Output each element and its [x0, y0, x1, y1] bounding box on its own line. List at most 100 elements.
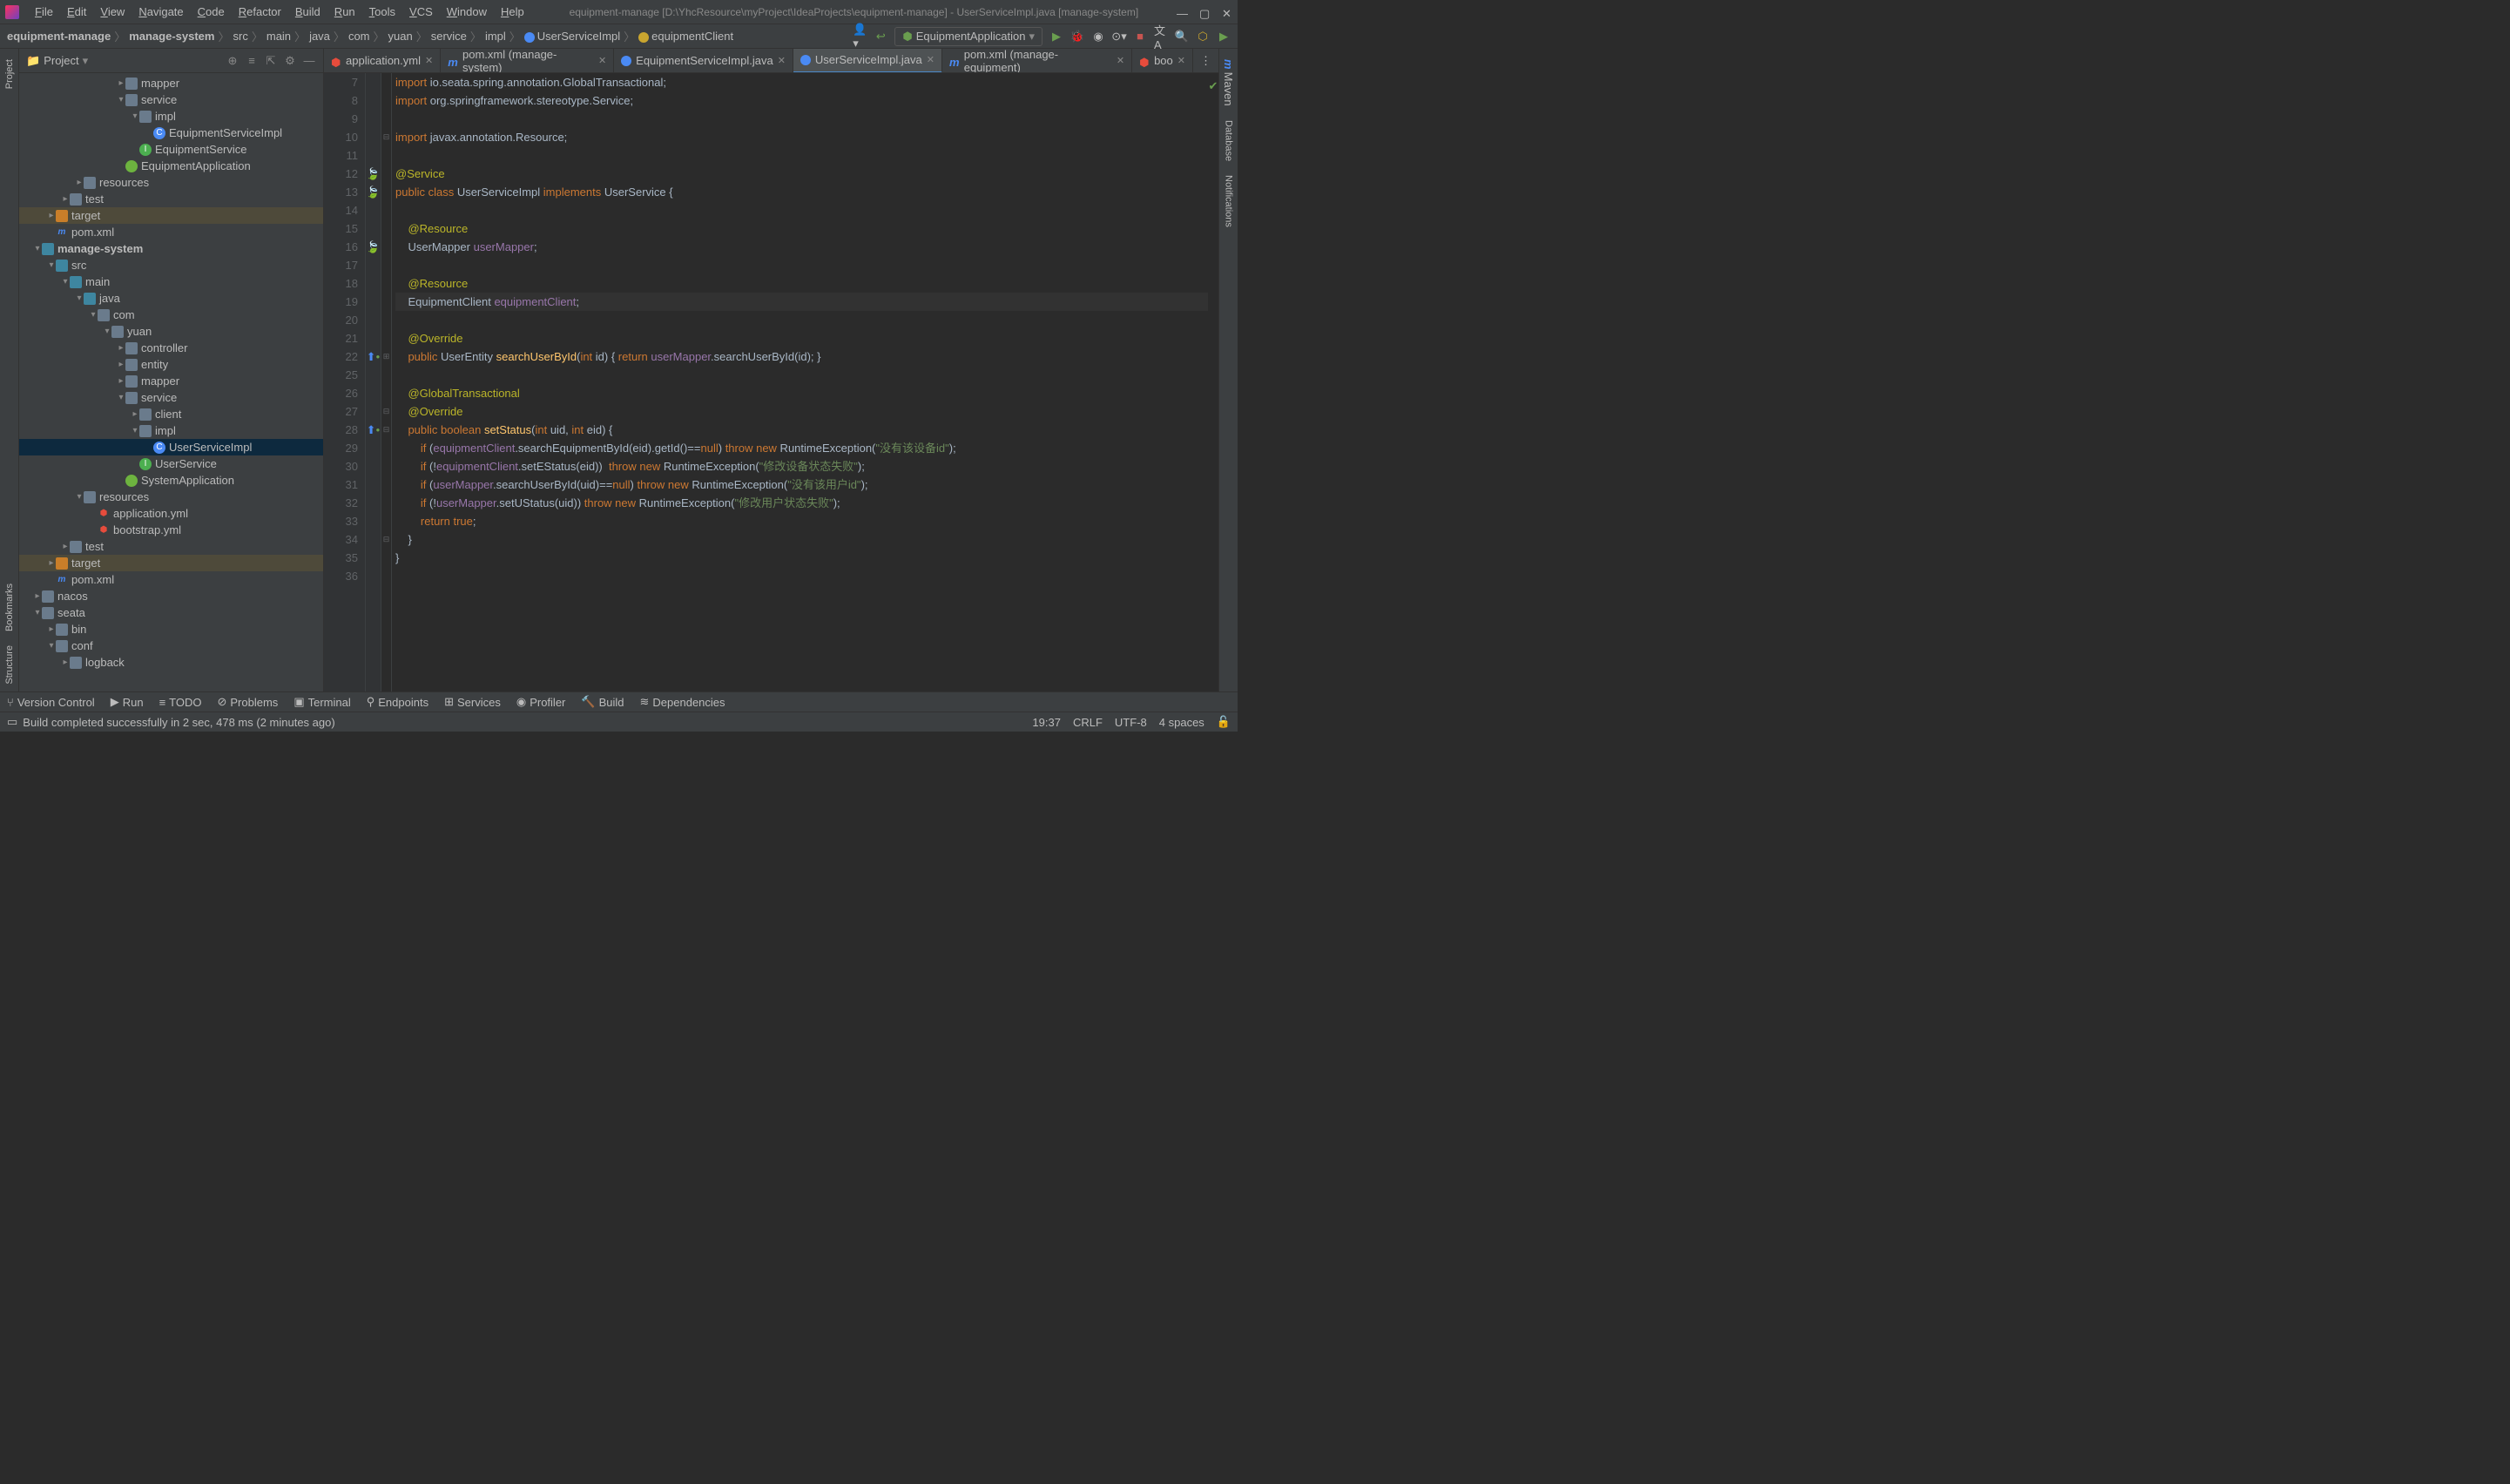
run-icon[interactable]: ▶: [1049, 30, 1063, 44]
gutter-icon[interactable]: [366, 366, 381, 384]
tree-arrow-icon[interactable]: [47, 558, 56, 568]
bottom-tab-services[interactable]: ⊞Services: [444, 695, 501, 709]
gutter-icon[interactable]: [366, 512, 381, 530]
tree-item-userservice[interactable]: IUserService: [19, 455, 323, 472]
tree-item-test[interactable]: test: [19, 538, 323, 555]
tree-arrow-icon[interactable]: [131, 409, 139, 419]
menu-refactor[interactable]: Refactor: [232, 5, 288, 18]
fold-marker[interactable]: ⊟: [381, 402, 391, 421]
code-line[interactable]: EquipmentClient equipmentClient;: [395, 293, 1208, 311]
project-tree[interactable]: mapperserviceimplCEquipmentServiceImplIE…: [19, 73, 323, 691]
fold-marker[interactable]: [381, 91, 391, 110]
fold-column[interactable]: ⊟⊞⊟⊟⊟: [381, 73, 392, 691]
editor-tab[interactable]: UserServiceImpl.java✕: [793, 49, 942, 73]
bottom-tab-run[interactable]: ▶Run: [111, 695, 144, 709]
code-line[interactable]: import javax.annotation.Resource;: [395, 128, 1208, 146]
bottom-tab-endpoints[interactable]: ⚲Endpoints: [367, 695, 428, 709]
tree-item-test[interactable]: test: [19, 191, 323, 207]
profile-icon[interactable]: ⊙▾: [1112, 30, 1126, 44]
gutter-icon[interactable]: [366, 201, 381, 219]
gutter-icon[interactable]: [366, 439, 381, 457]
expand-all-icon[interactable]: ≡: [245, 54, 259, 68]
editor-tab[interactable]: mpom.xml (manage-equipment)✕: [942, 49, 1132, 73]
gutter-icon[interactable]: [366, 91, 381, 110]
code-line[interactable]: [395, 201, 1208, 219]
tree-arrow-icon[interactable]: [33, 591, 42, 601]
tree-arrow-icon[interactable]: [47, 211, 56, 220]
run-anything-icon[interactable]: ▶: [1217, 30, 1231, 44]
tree-item-userserviceimpl[interactable]: CUserServiceImpl: [19, 439, 323, 455]
tree-item-systemapplication[interactable]: SystemApplication: [19, 472, 323, 489]
code-line[interactable]: [395, 366, 1208, 384]
tree-arrow-icon[interactable]: [131, 111, 139, 121]
gutter-icon[interactable]: [366, 384, 381, 402]
debug-icon[interactable]: 🐞: [1070, 30, 1084, 44]
gutter-icon[interactable]: [366, 128, 381, 146]
tree-arrow-icon[interactable]: [75, 492, 84, 502]
tree-item-manage-system[interactable]: manage-system: [19, 240, 323, 257]
settings-icon[interactable]: ⚙: [283, 54, 297, 68]
fold-marker[interactable]: [381, 238, 391, 256]
tree-arrow-icon[interactable]: [103, 327, 111, 336]
code-line[interactable]: [395, 256, 1208, 274]
breadcrumb-item[interactable]: equipmentClient: [638, 30, 733, 43]
tool-tab-notifications[interactable]: Notifications: [1222, 168, 1236, 234]
gutter-icon[interactable]: 🍃: [366, 183, 381, 201]
editor-tab[interactable]: mpom.xml (manage-system)✕: [441, 49, 614, 73]
tree-arrow-icon[interactable]: [61, 194, 70, 204]
tree-arrow-icon[interactable]: [33, 244, 42, 253]
tree-item-bin[interactable]: bin: [19, 621, 323, 637]
tab-close-icon[interactable]: ✕: [598, 55, 606, 66]
stop-icon[interactable]: ■: [1133, 30, 1147, 44]
fold-marker[interactable]: [381, 476, 391, 494]
gutter-icon[interactable]: [366, 494, 381, 512]
fold-marker[interactable]: [381, 183, 391, 201]
breadcrumb-item[interactable]: com: [348, 30, 370, 43]
bottom-tab-todo[interactable]: ≡TODO: [159, 696, 202, 709]
select-opened-icon[interactable]: ⊕: [226, 54, 240, 68]
editor-tab[interactable]: ⬢boo✕: [1132, 49, 1193, 73]
gutter-icon[interactable]: [366, 293, 381, 311]
code-line[interactable]: import org.springframework.stereotype.Se…: [395, 91, 1208, 110]
tree-item-mapper[interactable]: mapper: [19, 75, 323, 91]
tree-item-equipmentserviceimpl[interactable]: CEquipmentServiceImpl: [19, 125, 323, 141]
gutter-icon[interactable]: 🍃: [366, 165, 381, 183]
tab-close-icon[interactable]: ✕: [1117, 55, 1124, 66]
breadcrumb-item[interactable]: UserServiceImpl: [524, 30, 620, 43]
menu-vcs[interactable]: VCS: [402, 5, 440, 18]
code-line[interactable]: if (equipmentClient.searchEquipmentById(…: [395, 439, 1208, 457]
hide-icon[interactable]: —: [302, 54, 316, 68]
breadcrumb-item[interactable]: src: [233, 30, 248, 43]
code-line[interactable]: import io.seata.spring.annotation.Global…: [395, 73, 1208, 91]
tree-arrow-icon[interactable]: [61, 542, 70, 551]
tab-close-icon[interactable]: ✕: [425, 55, 433, 66]
code-line[interactable]: [395, 311, 1208, 329]
gutter-icon[interactable]: ⬆●: [366, 421, 381, 439]
tree-arrow-icon[interactable]: [117, 343, 125, 353]
tree-item-impl[interactable]: impl: [19, 422, 323, 439]
gutter-icon[interactable]: [366, 274, 381, 293]
tree-item-resources[interactable]: resources: [19, 174, 323, 191]
tree-item-impl[interactable]: impl: [19, 108, 323, 125]
fold-marker[interactable]: [381, 274, 391, 293]
tree-arrow-icon[interactable]: [75, 293, 84, 303]
code-line[interactable]: @Resource: [395, 219, 1208, 238]
code-line[interactable]: public boolean setStatus(int uid, int ei…: [395, 421, 1208, 439]
tree-item-target[interactable]: target: [19, 555, 323, 571]
code-line[interactable]: @Override: [395, 329, 1208, 347]
tree-arrow-icon[interactable]: [89, 310, 98, 320]
indent-setting[interactable]: 4 spaces: [1159, 716, 1204, 729]
gutter-icon[interactable]: [366, 219, 381, 238]
fold-marker[interactable]: [381, 549, 391, 567]
close-button[interactable]: ✕: [1222, 7, 1232, 17]
tree-item-src[interactable]: src: [19, 257, 323, 273]
tool-tab-maven[interactable]: m Maven: [1220, 52, 1237, 113]
gutter-icon[interactable]: [366, 567, 381, 585]
menu-window[interactable]: Window: [440, 5, 494, 18]
breadcrumb-item[interactable]: manage-system: [129, 30, 214, 43]
fold-marker[interactable]: ⊟: [381, 128, 391, 146]
tree-item-pom-xml[interactable]: mpom.xml: [19, 571, 323, 588]
fold-marker[interactable]: [381, 73, 391, 91]
tree-item-application-yml[interactable]: ⬢application.yml: [19, 505, 323, 522]
code-line[interactable]: [395, 567, 1208, 585]
